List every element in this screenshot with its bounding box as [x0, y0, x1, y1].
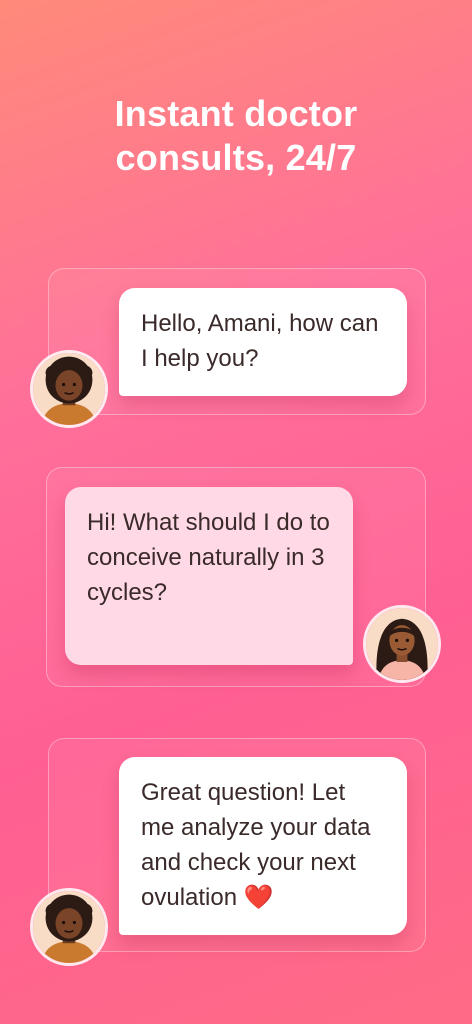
headline-line-2: consults, 24/7	[115, 137, 357, 178]
message-text-3: Great question! Let me analyze your data…	[141, 779, 371, 911]
message-text-2: Hi! What should I do to conceive natural…	[87, 509, 330, 606]
headline: Instant doctor consults, 24/7	[0, 92, 472, 180]
doctor-avatar-icon	[30, 350, 108, 428]
message-bubble-doctor-2: Great question! Let me analyze your data…	[119, 757, 407, 935]
message-text-1: Hello, Amani, how can I help you?	[141, 310, 379, 372]
message-bubble-user: Hi! What should I do to conceive natural…	[65, 487, 353, 665]
doctor-avatar-icon	[30, 888, 108, 966]
user-avatar-icon	[363, 605, 441, 683]
message-bubble-doctor-1: Hello, Amani, how can I help you?	[119, 288, 407, 396]
headline-line-1: Instant doctor	[114, 93, 358, 134]
